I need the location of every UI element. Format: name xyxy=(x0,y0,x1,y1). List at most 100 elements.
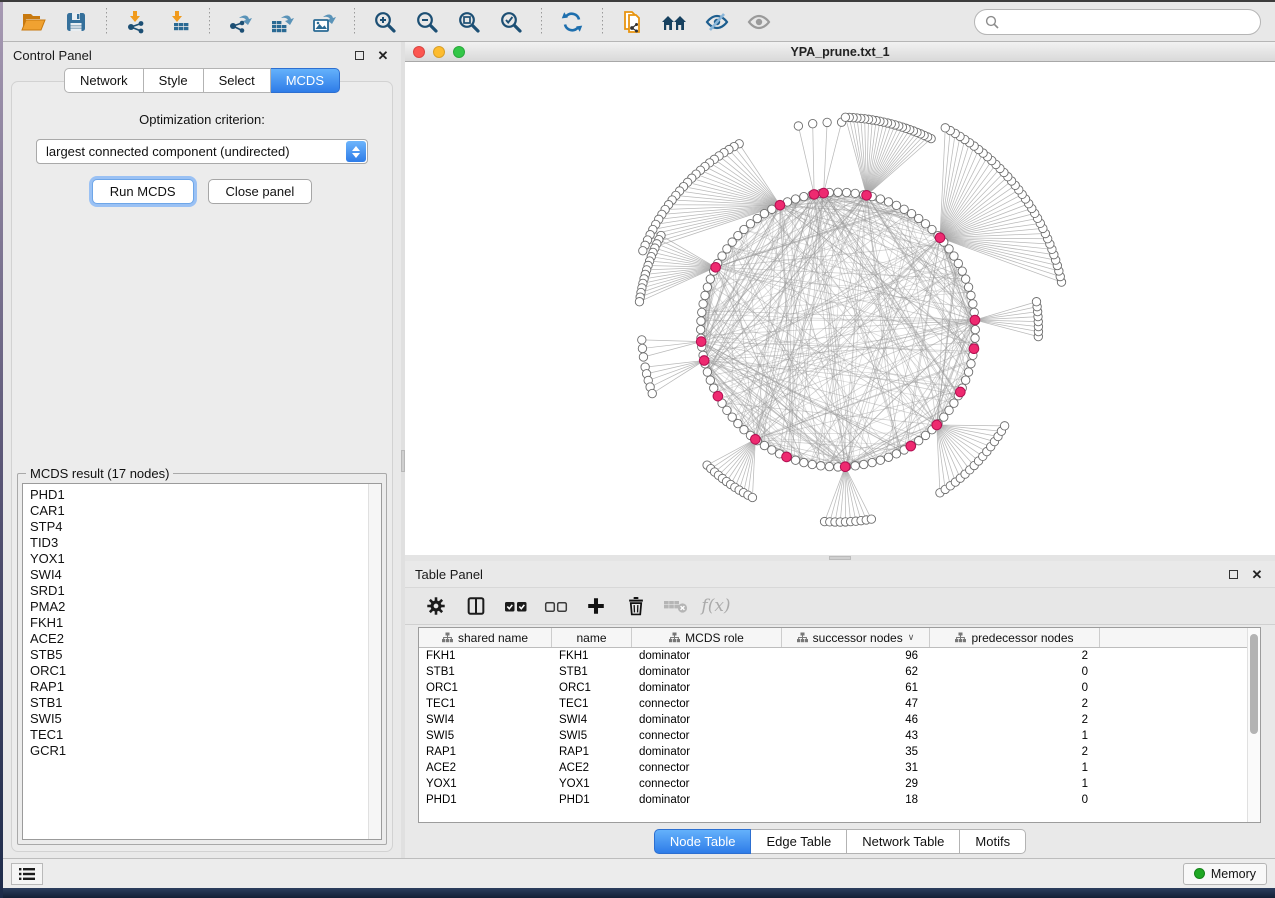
window-maximize-icon[interactable] xyxy=(453,46,465,58)
table-cell[interactable]: 0 xyxy=(930,666,1100,678)
save-session-icon[interactable] xyxy=(59,7,93,37)
add-column-icon[interactable] xyxy=(581,593,611,619)
tab-node-table[interactable]: Node Table xyxy=(654,829,752,854)
show-all-icon[interactable] xyxy=(742,7,776,37)
graph-mcds-node[interactable] xyxy=(699,356,709,366)
table-cell[interactable]: RAP1 xyxy=(419,746,552,758)
graph-mcds-node[interactable] xyxy=(906,441,916,451)
table-cell[interactable]: dominator xyxy=(632,650,782,662)
table-row[interactable]: ACE2ACE2connector311 xyxy=(419,760,1247,776)
table-cell[interactable]: dominator xyxy=(632,666,782,678)
mcds-result-node[interactable]: SRD1 xyxy=(30,583,368,599)
close-panel-button[interactable]: Close panel xyxy=(208,179,313,204)
table-row[interactable]: PHD1PHD1dominator180 xyxy=(419,792,1247,808)
table-cell[interactable]: dominator xyxy=(632,794,782,806)
delete-column-icon[interactable] xyxy=(621,593,651,619)
tab-style[interactable]: Style xyxy=(144,68,204,93)
graph-mcds-node[interactable] xyxy=(751,434,761,444)
table-cell[interactable]: SWI4 xyxy=(552,714,632,726)
horizontal-splitter[interactable] xyxy=(405,555,1275,561)
vertical-splitter-handle[interactable] xyxy=(401,450,405,472)
table-cell[interactable]: SWI5 xyxy=(419,730,552,742)
mcds-result-node[interactable]: SWI5 xyxy=(30,711,368,727)
first-neighbors-icon[interactable] xyxy=(658,7,692,37)
table-cell[interactable]: 1 xyxy=(930,730,1100,742)
table-cell[interactable]: FKH1 xyxy=(552,650,632,662)
mcds-result-node[interactable]: CAR1 xyxy=(30,503,368,519)
table-cell[interactable]: 61 xyxy=(782,682,930,694)
graph-mcds-node[interactable] xyxy=(969,344,979,354)
mcds-result-scrollbar[interactable] xyxy=(368,484,381,839)
mcds-result-node[interactable]: ACE2 xyxy=(30,631,368,647)
graph-mcds-node[interactable] xyxy=(935,233,945,243)
graph-mcds-node[interactable] xyxy=(809,190,819,200)
mcds-result-node[interactable]: TEC1 xyxy=(30,727,368,743)
mcds-result-node[interactable]: FKH1 xyxy=(30,615,368,631)
mcds-result-node[interactable]: PMA2 xyxy=(30,599,368,615)
table-cell[interactable]: dominator xyxy=(632,746,782,758)
graph-mcds-node[interactable] xyxy=(862,190,872,200)
graph-mcds-node[interactable] xyxy=(840,462,850,472)
zoom-out-icon[interactable] xyxy=(410,7,444,37)
table-cell[interactable]: connector xyxy=(632,762,782,774)
memory-button[interactable]: Memory xyxy=(1183,863,1267,885)
graph-mcds-node[interactable] xyxy=(775,200,785,210)
hide-selected-icon[interactable] xyxy=(700,7,734,37)
mcds-result-node[interactable]: YOX1 xyxy=(30,551,368,567)
task-history-button[interactable] xyxy=(11,863,43,885)
table-cell[interactable]: 2 xyxy=(930,746,1100,758)
table-row[interactable]: YOX1YOX1connector291 xyxy=(419,776,1247,792)
deselect-all-checkbox-icon[interactable] xyxy=(541,593,571,619)
table-cell[interactable]: 2 xyxy=(930,650,1100,662)
export-table-icon[interactable] xyxy=(265,7,299,37)
column-header-successor-nodes[interactable]: successor nodes∨ xyxy=(782,628,930,647)
table-cell[interactable]: ORC1 xyxy=(419,682,552,694)
table-row[interactable]: TEC1TEC1connector472 xyxy=(419,696,1247,712)
table-cell[interactable]: 35 xyxy=(782,746,930,758)
table-cell[interactable]: 1 xyxy=(930,778,1100,790)
table-row[interactable]: SWI4SWI4dominator462 xyxy=(419,712,1247,728)
table-cell[interactable]: connector xyxy=(632,698,782,710)
table-cell[interactable]: TEC1 xyxy=(552,698,632,710)
table-cell[interactable]: 29 xyxy=(782,778,930,790)
column-header-name[interactable]: name xyxy=(552,628,632,647)
graph-mcds-node[interactable] xyxy=(711,262,721,272)
zoom-selected-icon[interactable] xyxy=(494,7,528,37)
tab-select[interactable]: Select xyxy=(204,68,271,93)
table-row[interactable]: ORC1ORC1dominator610 xyxy=(419,680,1247,696)
mcds-result-node[interactable]: TID3 xyxy=(30,535,368,551)
network-graph[interactable] xyxy=(405,62,1275,556)
tab-network-table[interactable]: Network Table xyxy=(847,829,960,854)
table-cell[interactable]: STB1 xyxy=(552,666,632,678)
table-cell[interactable]: SWI4 xyxy=(419,714,552,726)
table-cell[interactable]: dominator xyxy=(632,714,782,726)
mcds-result-node[interactable]: RAP1 xyxy=(30,679,368,695)
open-session-icon[interactable] xyxy=(17,7,51,37)
graph-mcds-node[interactable] xyxy=(782,452,792,462)
zoom-fit-icon[interactable] xyxy=(452,7,486,37)
table-cell[interactable]: connector xyxy=(632,778,782,790)
column-header-MCDS-role[interactable]: MCDS role xyxy=(632,628,782,647)
window-minimize-icon[interactable] xyxy=(433,46,445,58)
table-cell[interactable]: FKH1 xyxy=(419,650,552,662)
zoom-in-icon[interactable] xyxy=(368,7,402,37)
table-row[interactable]: RAP1RAP1dominator352 xyxy=(419,744,1247,760)
table-cell[interactable]: ORC1 xyxy=(552,682,632,694)
graph-mcds-node[interactable] xyxy=(713,391,723,401)
optimization-criterion-select[interactable]: largest connected component (undirected) xyxy=(36,139,368,164)
mcds-result-node[interactable]: ORC1 xyxy=(30,663,368,679)
table-cell[interactable]: 1 xyxy=(930,762,1100,774)
column-header-shared-name[interactable]: shared name xyxy=(419,628,552,647)
table-cell[interactable]: RAP1 xyxy=(552,746,632,758)
import-network-icon[interactable] xyxy=(120,7,154,37)
graph-mcds-node[interactable] xyxy=(956,387,966,397)
table-cell[interactable]: TEC1 xyxy=(419,698,552,710)
table-cell[interactable]: PHD1 xyxy=(552,794,632,806)
mcds-result-node[interactable]: PHD1 xyxy=(30,487,368,503)
table-cell[interactable]: 18 xyxy=(782,794,930,806)
column-header-predecessor-nodes[interactable]: predecessor nodes xyxy=(930,628,1100,647)
close-table-panel-icon[interactable]: ✕ xyxy=(1249,566,1265,582)
table-scrollbar[interactable] xyxy=(1247,628,1260,822)
table-cell[interactable]: ACE2 xyxy=(552,762,632,774)
mcds-result-list[interactable]: PHD1CAR1STP4TID3YOX1SWI4SRD1PMA2FKH1ACE2… xyxy=(22,483,382,840)
